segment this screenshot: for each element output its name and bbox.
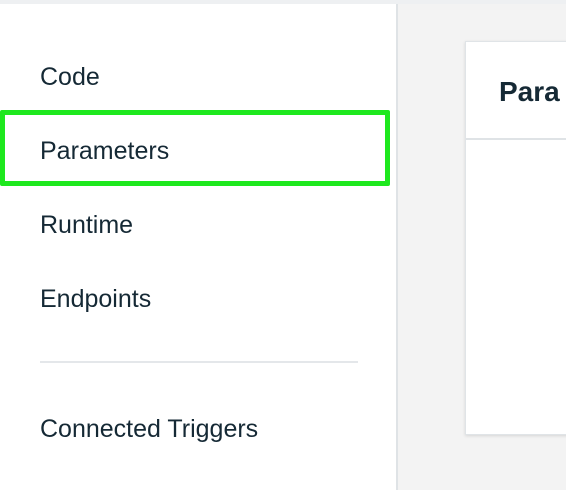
- card-title: Para: [499, 76, 560, 107]
- sidebar-item-code[interactable]: Code: [40, 62, 100, 92]
- sidebar-nav: Code Parameters Runtime Endpoints Connec…: [0, 4, 398, 490]
- sidebar-item-parameters[interactable]: Parameters: [40, 136, 169, 166]
- sidebar-divider: [40, 361, 358, 363]
- sidebar-item-runtime[interactable]: Runtime: [40, 210, 133, 240]
- sidebar-item-endpoints[interactable]: Endpoints: [40, 284, 151, 314]
- parameters-card: Para: [465, 41, 566, 435]
- card-header: Para: [466, 42, 566, 140]
- sidebar-item-connected-triggers[interactable]: Connected Triggers: [40, 414, 258, 444]
